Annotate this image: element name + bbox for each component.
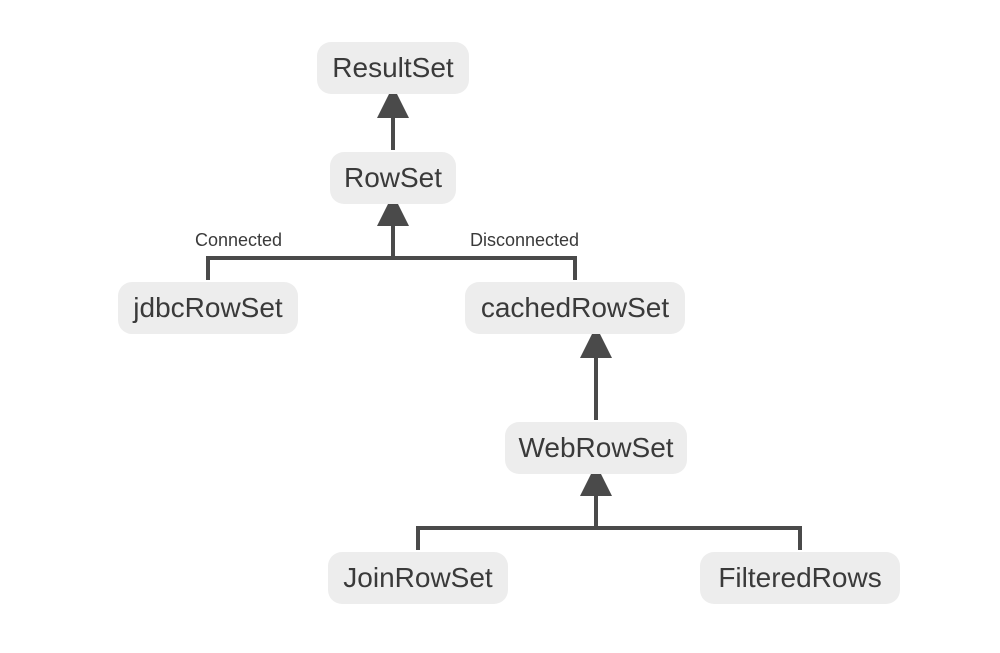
node-joinrowset: JoinRowSet — [328, 552, 508, 604]
edge-label-connected: Connected — [195, 230, 282, 251]
diagram-canvas: ResultSet RowSet jdbcRowSet cachedRowSet… — [0, 0, 1000, 653]
edge-label-disconnected: Disconnected — [470, 230, 579, 251]
node-rowset: RowSet — [330, 152, 456, 204]
node-filteredrows: FilteredRows — [700, 552, 900, 604]
node-cachedrowset: cachedRowSet — [465, 282, 685, 334]
node-jdbcrowset: jdbcRowSet — [118, 282, 298, 334]
node-webrowset: WebRowSet — [505, 422, 687, 474]
node-resultset: ResultSet — [317, 42, 469, 94]
